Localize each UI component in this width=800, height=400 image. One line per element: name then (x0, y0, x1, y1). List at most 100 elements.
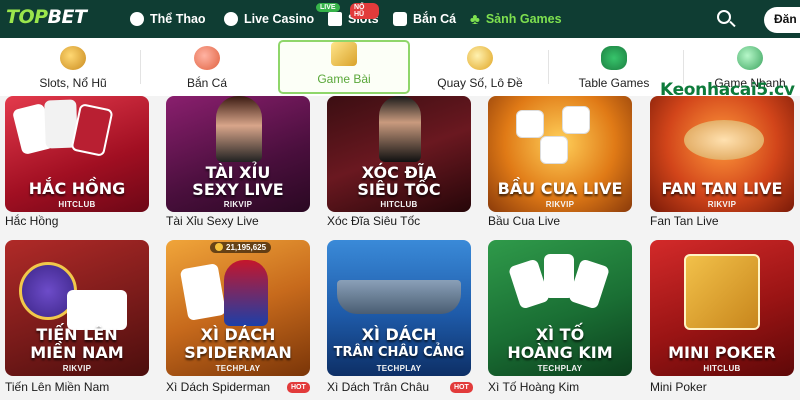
game-title: MINI POKER (668, 343, 776, 362)
game-thumbnail[interactable]: TIẾN LÊN MIỀN NAM RIKVIP (5, 240, 149, 376)
game-thumbnail[interactable]: 21,195,625 XÌ DÁCH SPIDERMAN TECHPLAY (166, 240, 310, 376)
game-title-line1: XÌ TỐ (535, 325, 585, 344)
no-hu-badge: NỔ HŨ (350, 3, 379, 19)
slot-machine-icon (60, 46, 86, 70)
card-art (544, 254, 574, 298)
provider-label: TECHPLAY (537, 364, 583, 373)
nav-item-the-thao[interactable]: Thể Thao (130, 0, 206, 38)
cards-art (67, 290, 127, 330)
game-thumbnail[interactable]: HẮC HỒNG HITCLUB (5, 96, 149, 212)
game-thumbnail[interactable]: MINI POKER HITCLUB (650, 240, 794, 376)
card-art (567, 258, 611, 310)
seven-icon (328, 12, 342, 26)
game-card-fan-tan-live[interactable]: FAN TAN LIVE RIKVIP Fan Tan Live (650, 96, 800, 232)
soccer-ball-icon (130, 12, 144, 26)
category-ban-ca[interactable]: Bắn Cá (170, 38, 244, 96)
dealer-art (216, 96, 262, 162)
category-label: Game Bài (317, 72, 371, 86)
game-title-line2: SIÊU TỐC (357, 180, 441, 199)
provider-label: TECHPLAY (376, 364, 422, 373)
top-navigation-bar: TOPBET Thể Thao Live Casino LIVE Slots N… (0, 0, 800, 38)
game-card-tai-xiu-sexy-live[interactable]: TÀI XỈU SEXY LIVE RIKVIP Tài Xỉu Sexy Li… (166, 96, 316, 232)
category-quay-so-lo-de[interactable]: Quay Số, Lô Đề (430, 38, 530, 96)
game-card-xi-dach-spiderman[interactable]: 21,195,625 XÌ DÁCH SPIDERMAN TECHPLAY Xì… (166, 240, 316, 400)
game-thumbnail[interactable]: XÌ DÁCH TRÂN CHÂU CẢNG TECHPLAY (327, 240, 471, 376)
game-thumbnail[interactable]: XÓC ĐĨA SIÊU TỐC HITCLUB (327, 96, 471, 212)
jackpot-counter: 21,195,625 (210, 242, 272, 253)
game-card-tien-len-mien-nam[interactable]: TIẾN LÊN MIỀN NAM RIKVIP Tiến Lên Miền N… (5, 240, 155, 400)
game-name[interactable]: Tiến Lên Miền Nam (5, 380, 109, 394)
nav-item-live-casino[interactable]: Live Casino LIVE (224, 0, 340, 38)
provider-label: RIKVIP (223, 200, 253, 209)
game-name[interactable]: Xì Dách Spiderman (166, 380, 270, 394)
provider-label: TECHPLAY (215, 364, 261, 373)
category-divider (683, 50, 684, 84)
game-thumbnail[interactable]: FAN TAN LIVE RIKVIP (650, 96, 794, 212)
topbet-logo[interactable]: TOPBET (6, 6, 87, 28)
nav-label: Live Casino (244, 12, 315, 26)
category-label: Quay Số, Lô Đề (437, 76, 523, 90)
playing-cards-icon (331, 42, 357, 66)
game-title-line2: TRÂN CHÂU CẢNG (333, 345, 465, 360)
fish-icon (393, 12, 407, 26)
game-title-line2: SEXY LIVE (192, 180, 284, 199)
provider-label: HITCLUB (380, 200, 418, 209)
category-game-bai[interactable]: Game Bài (278, 40, 410, 94)
game-title-line2: MIỀN NAM (30, 343, 124, 362)
dealer-art (379, 96, 421, 162)
category-slots-no-hu[interactable]: Slots, Nổ Hũ (26, 38, 120, 96)
game-title-line1: XÌ DÁCH (200, 325, 276, 344)
provider-label: RIKVIP (707, 200, 737, 209)
provider-label: RIKVIP (545, 200, 575, 209)
game-thumbnail[interactable]: BẦU CUA LIVE RIKVIP (488, 96, 632, 212)
search-button[interactable] (716, 9, 736, 29)
game-title: HẮC HỒNG (28, 179, 126, 198)
nav-item-sanh-games[interactable]: ♣ Sảnh Games (470, 0, 562, 38)
game-thumbnail[interactable]: TÀI XỈU SEXY LIVE RIKVIP (166, 96, 310, 212)
game-name[interactable]: Fan Tan Live (650, 214, 719, 228)
nav-label: Thể Thao (150, 12, 206, 26)
dice-art (562, 106, 590, 134)
provider-label: HITCLUB (58, 200, 96, 209)
game-title-line1: XÓC ĐĨA (361, 163, 437, 182)
game-name[interactable]: Bầu Cua Live (488, 214, 560, 228)
game-card-xoc-dia-sieu-toc[interactable]: XÓC ĐĨA SIÊU TỐC HITCLUB Xóc Đĩa Siêu Tố… (327, 96, 477, 232)
game-name[interactable]: Hắc Hồng (5, 214, 58, 228)
spiderman-art (224, 260, 268, 326)
category-table-games[interactable]: Table Games (572, 38, 656, 96)
game-name[interactable]: Xì Dách Trân Châu (327, 380, 429, 394)
hot-badge: HOT (287, 382, 310, 393)
nav-item-ban-ca[interactable]: Bắn Cá (393, 0, 456, 38)
category-label: Bắn Cá (186, 76, 228, 90)
table-icon (601, 46, 627, 70)
card-art (70, 102, 114, 158)
lightning-icon (737, 46, 763, 70)
category-divider (548, 50, 549, 84)
game-card-xi-dach-tran-chau[interactable]: XÌ DÁCH TRÂN CHÂU CẢNG TECHPLAY Xì Dách … (327, 240, 477, 400)
club-icon: ♣ (470, 10, 480, 28)
game-card-xi-to-hoang-kim[interactable]: XÌ TỐ HOÀNG KIM TECHPLAY Xì Tố Hoàng Kim (488, 240, 638, 400)
game-name[interactable]: Mini Poker (650, 380, 707, 394)
login-button[interactable]: Đăn (764, 7, 800, 33)
game-title: FAN TAN LIVE (661, 179, 783, 198)
category-label: Slots, Nổ Hũ (39, 76, 107, 90)
fish-icon (194, 46, 220, 70)
nav-item-slots[interactable]: Slots NỔ HŨ (328, 0, 379, 38)
game-card-mini-poker[interactable]: MINI POKER HITCLUB Mini Poker (650, 240, 800, 400)
game-thumbnail[interactable]: XÌ TỐ HOÀNG KIM TECHPLAY (488, 240, 632, 376)
category-divider (140, 50, 141, 84)
game-card-hac-hong[interactable]: HẮC HỒNG HITCLUB Hắc Hồng (5, 96, 155, 232)
game-name[interactable]: Xóc Đĩa Siêu Tốc (327, 214, 420, 228)
nav-label: Sảnh Games (485, 12, 562, 26)
bowl-art (684, 120, 764, 160)
game-name[interactable]: Tài Xỉu Sexy Live (166, 214, 259, 228)
game-title-line2: HOÀNG KIM (507, 343, 613, 362)
game-card-bau-cua-live[interactable]: BẦU CUA LIVE RIKVIP Bầu Cua Live (488, 96, 638, 232)
poker-cards-art (684, 254, 760, 330)
provider-label: RIKVIP (62, 364, 92, 373)
game-name[interactable]: Xì Tố Hoàng Kim (488, 380, 579, 394)
dice-art (540, 136, 568, 164)
game-category-bar: Slots, Nổ Hũ Bắn Cá Game Bài Quay Số, Lô… (0, 38, 800, 100)
game-title-line1: TIẾN LÊN (36, 325, 118, 344)
game-title-line2: SPIDERMAN (184, 343, 292, 362)
